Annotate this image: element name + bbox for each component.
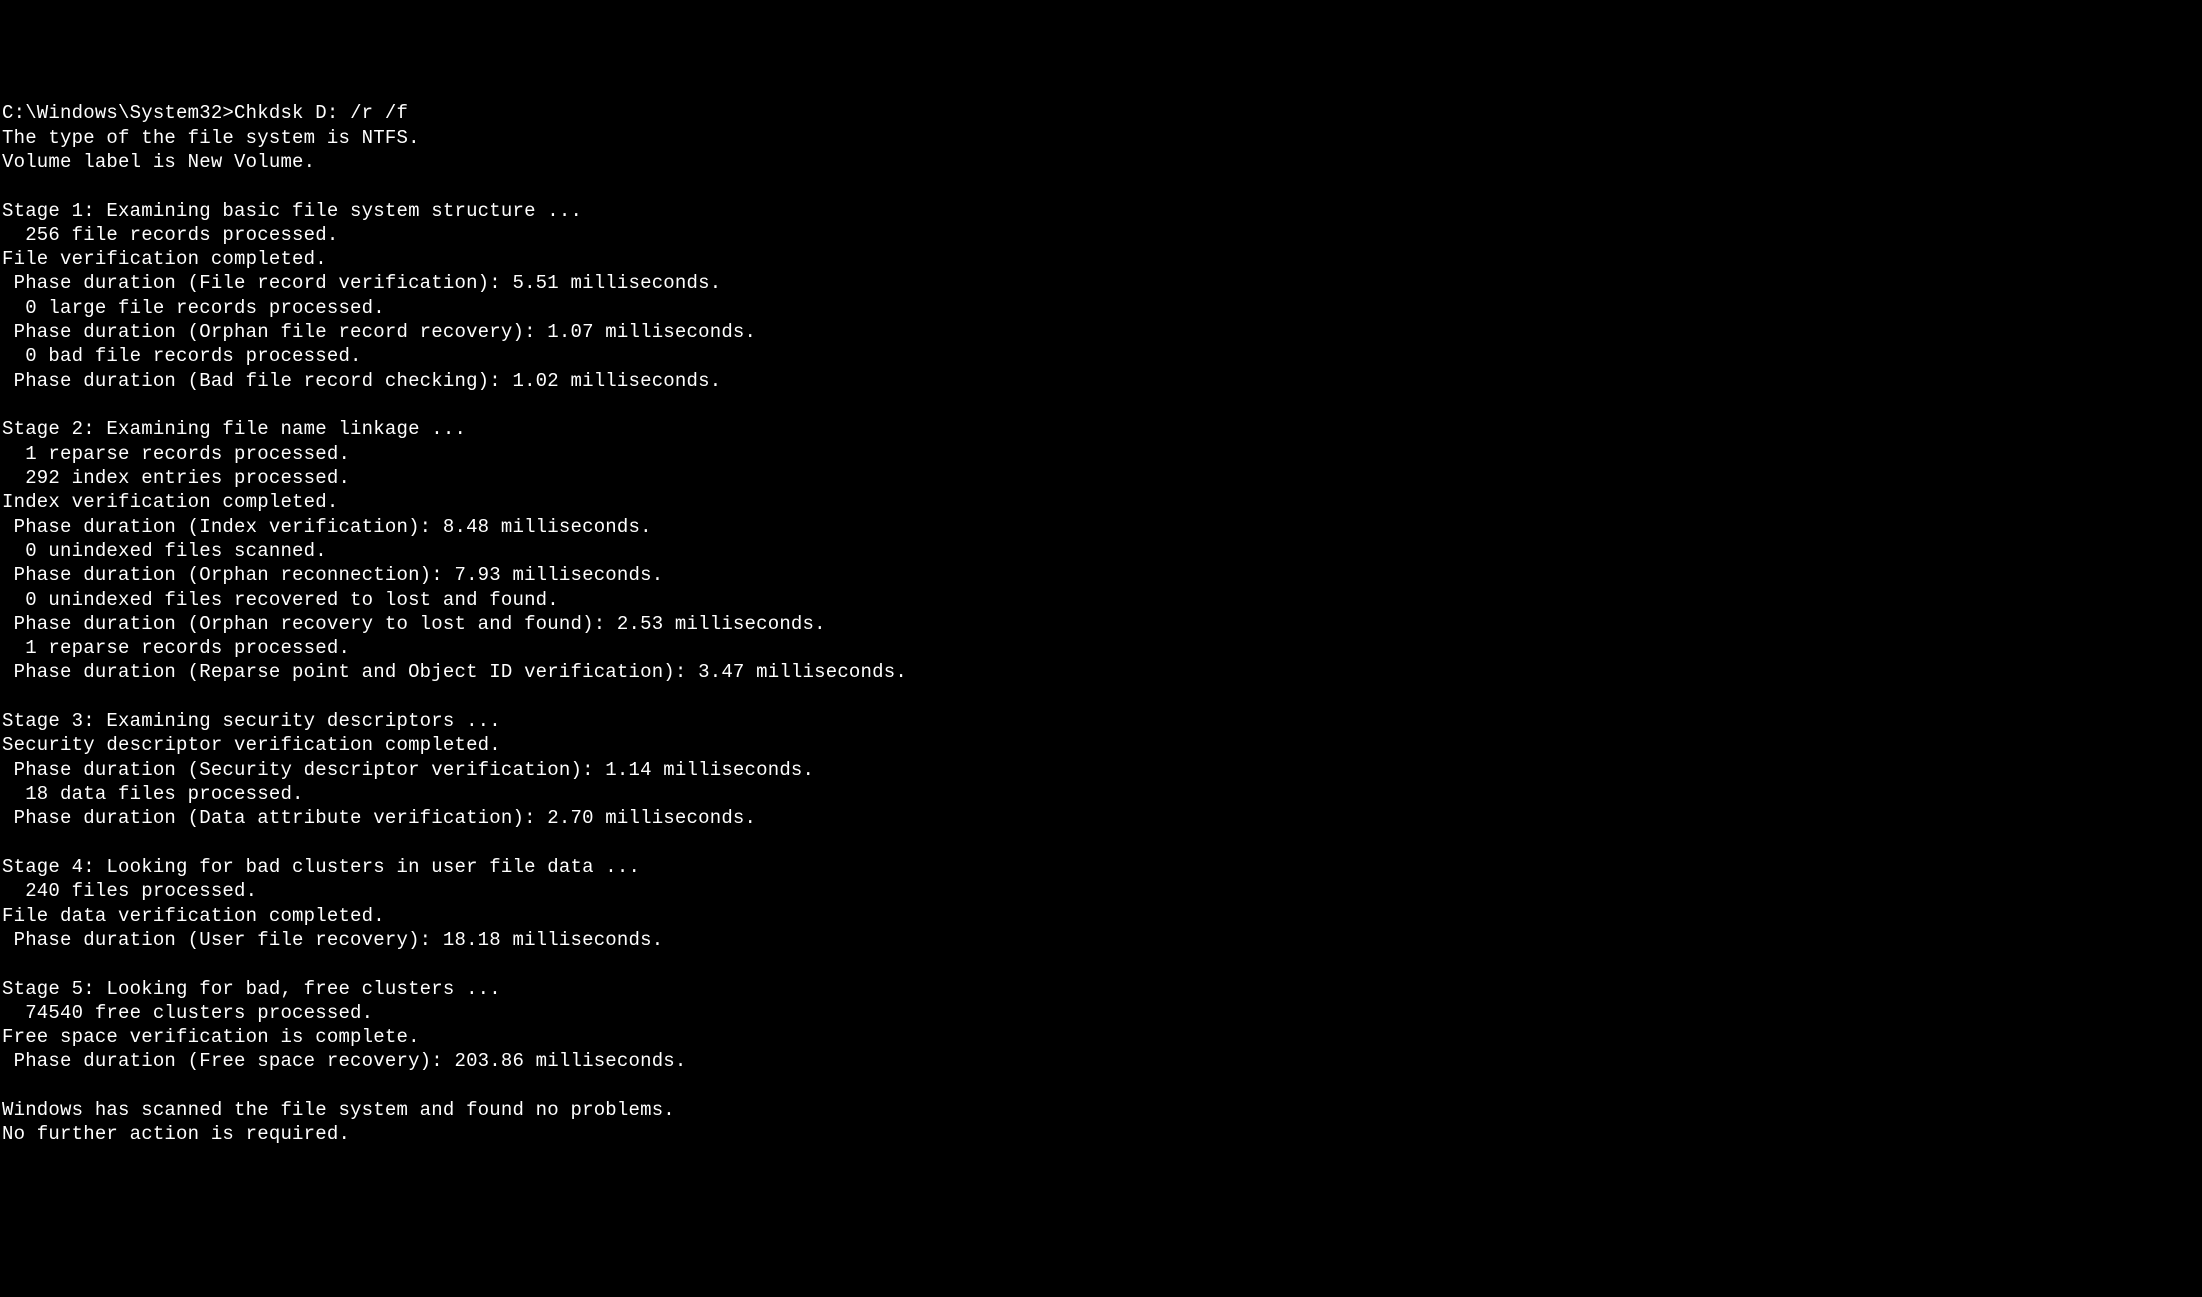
command-text: Chkdsk D: /r /f — [234, 102, 408, 124]
prompt-path: C:\Windows\System32> — [2, 102, 234, 124]
terminal-output: The type of the file system is NTFS. Vol… — [2, 126, 2200, 1147]
command-prompt-line: C:\Windows\System32>Chkdsk D: /r /f — [2, 102, 408, 124]
terminal-window[interactable]: C:\Windows\System32>Chkdsk D: /r /f The … — [2, 101, 2200, 1146]
